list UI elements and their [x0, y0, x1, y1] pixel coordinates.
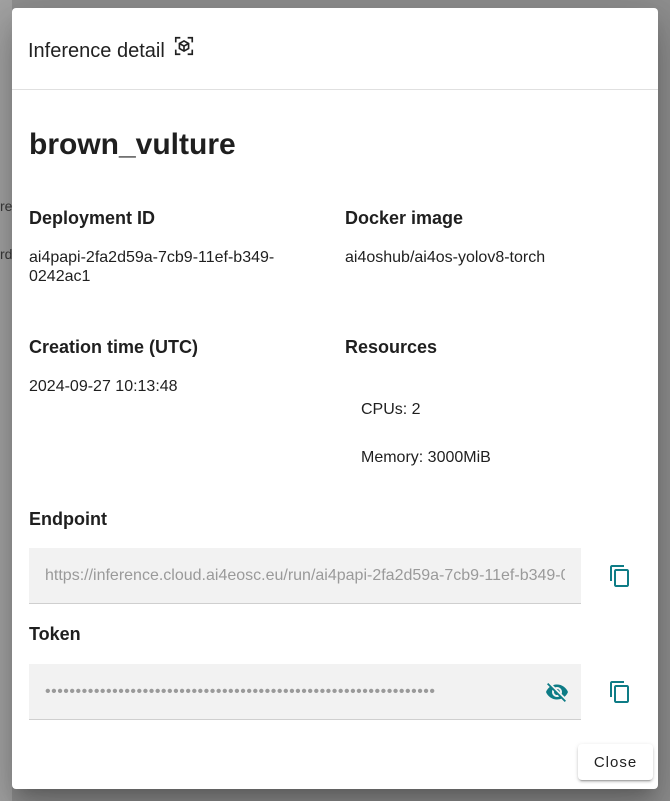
inference-detail-dialog: Inference detail brown_vulture Deploymen…: [12, 8, 658, 789]
deployment-name: brown_vulture: [29, 128, 236, 161]
dialog-header: Inference detail: [12, 8, 658, 90]
token-label: Token: [29, 624, 81, 644]
dialog-title: Inference detail: [28, 40, 165, 62]
background-text-fragment: rd: [0, 246, 13, 262]
endpoint-label: Endpoint: [29, 509, 107, 529]
resources-memory: Memory: 3000MiB: [361, 449, 491, 466]
deployment-id-value-line2: 0242ac1: [29, 268, 91, 285]
deployment-id-value-line1: ai4papi-2fa2d59a-7cb9-11ef-b349-: [29, 249, 275, 266]
creation-time-value: 2024-09-27 10:13:48: [29, 378, 178, 395]
close-button[interactable]: Close: [578, 744, 653, 780]
resources-label: Resources: [345, 337, 438, 357]
eye-off-icon[interactable]: [545, 680, 569, 704]
copy-endpoint-icon[interactable]: [608, 564, 632, 588]
token-field: ••••••••••••••••••••••••••••••••••••••••…: [29, 664, 581, 720]
background-app-strip: [0, 0, 12, 801]
endpoint-field: [29, 548, 581, 604]
cube-icon: [174, 36, 193, 55]
background-text-fragment: re: [0, 198, 13, 214]
copy-token-icon[interactable]: [608, 680, 632, 704]
creation-time-label: Creation time (UTC): [29, 337, 199, 357]
deployment-id-label: Deployment ID: [29, 208, 156, 228]
resources-cpus: CPUs: 2: [361, 401, 421, 418]
token-masked-value[interactable]: ••••••••••••••••••••••••••••••••••••••••…: [45, 664, 436, 719]
docker-image-value: ai4oshub/ai4os-yolov8-torch: [345, 249, 546, 266]
endpoint-input[interactable]: [29, 548, 581, 603]
docker-image-label: Docker image: [345, 208, 464, 228]
